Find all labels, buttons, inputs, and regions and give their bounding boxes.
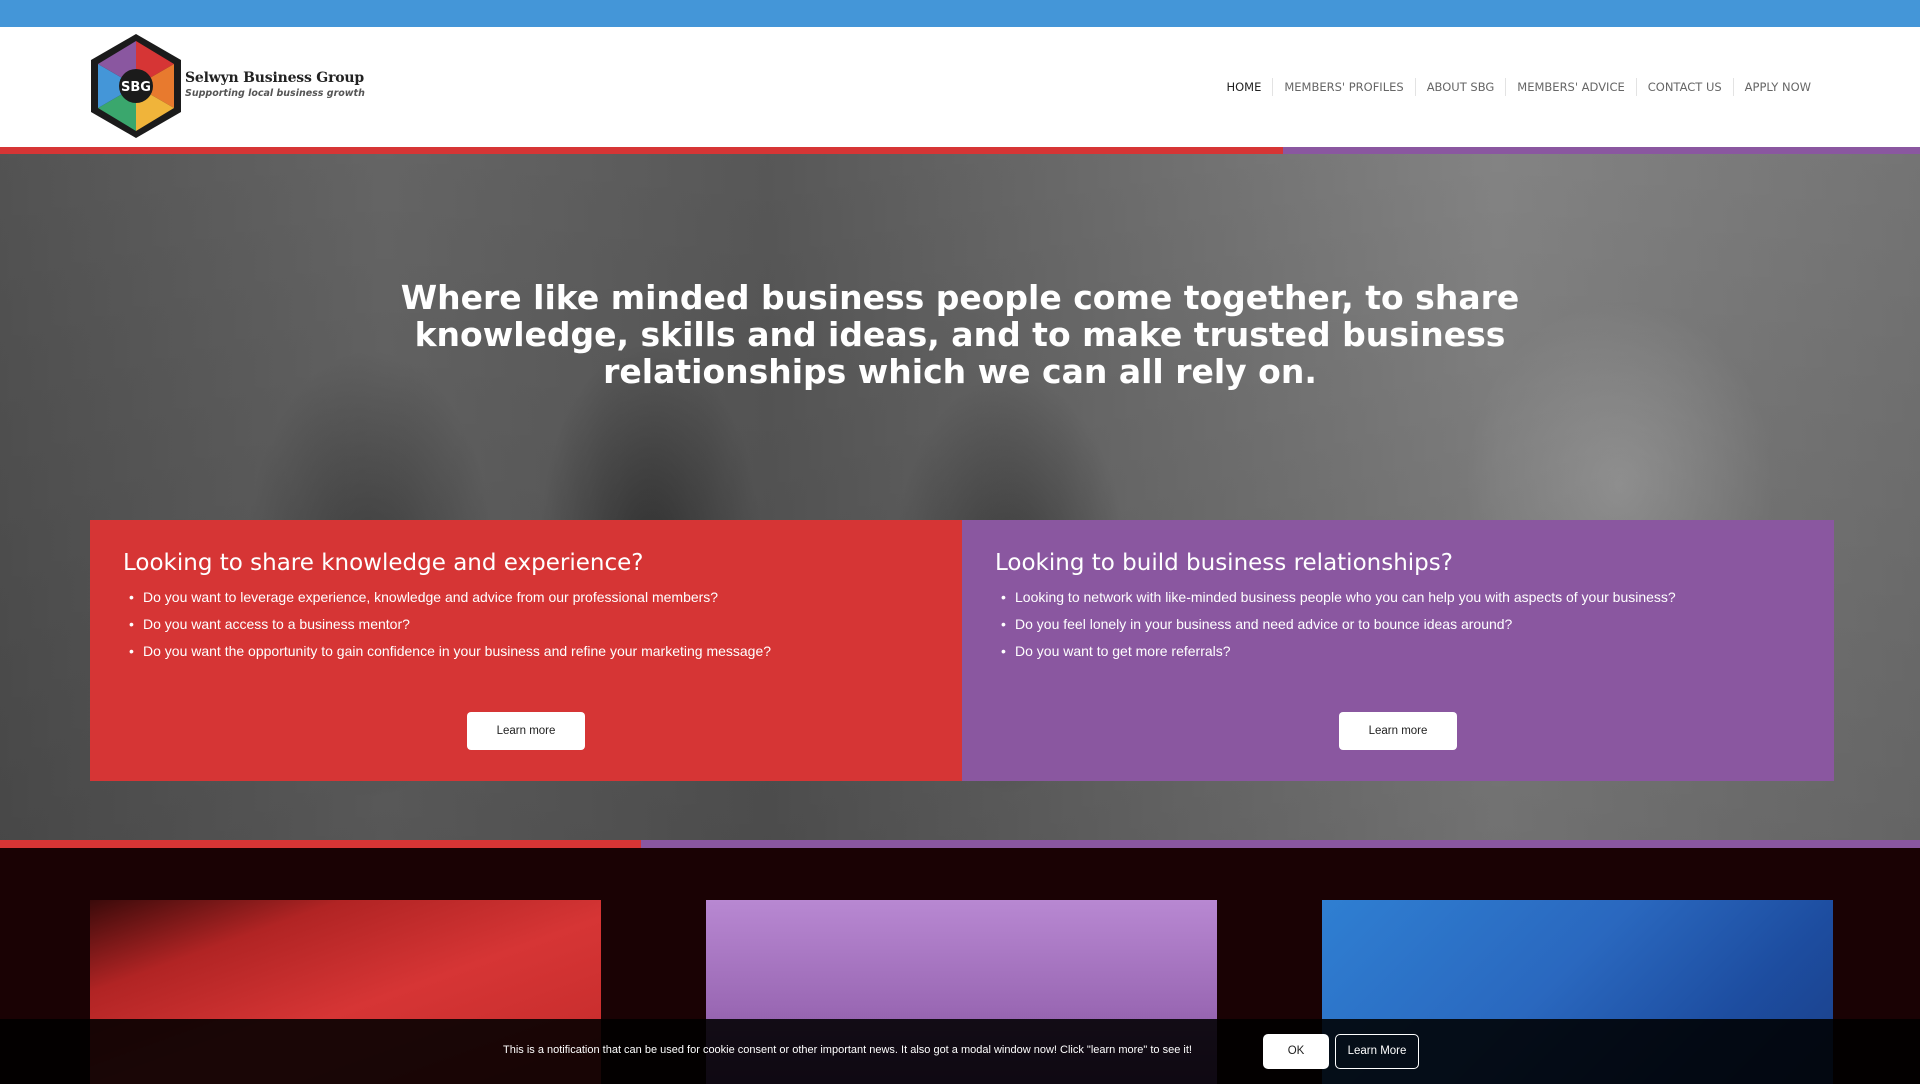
- brand-name: Selwyn Business Group: [185, 70, 364, 86]
- hero-headline: Where like minded business people come t…: [400, 278, 1520, 391]
- list-item: Do you want the opportunity to gain conf…: [123, 638, 929, 665]
- card-title: Looking to share knowledge and experienc…: [123, 550, 644, 576]
- nav-contact-us[interactable]: CONTACT US: [1635, 78, 1733, 96]
- stripe-red-segment: [0, 840, 641, 848]
- cookie-ok-button[interactable]: OK: [1263, 1034, 1329, 1069]
- knowledge-card: Looking to share knowledge and experienc…: [90, 520, 962, 781]
- stripe-purple-segment: [1283, 147, 1920, 154]
- learn-more-button[interactable]: Learn more: [467, 712, 585, 750]
- card-bullet-list: Do you want to leverage experience, know…: [123, 584, 929, 665]
- svg-text:SBG: SBG: [121, 80, 151, 95]
- card-title: Looking to build business relationships?: [995, 550, 1453, 576]
- list-item: Do you feel lonely in your business and …: [995, 611, 1801, 638]
- section-color-stripe: [0, 840, 1920, 848]
- nav-members-profiles[interactable]: MEMBERS' PROFILES: [1272, 78, 1414, 96]
- brand-tagline: Supporting local business growth: [185, 88, 365, 99]
- stripe-red-segment: [0, 147, 1283, 154]
- hexagon-logo-icon: SBG: [91, 34, 181, 138]
- top-accent-bar: [0, 0, 1920, 27]
- cookie-learn-more-button[interactable]: Learn More: [1335, 1034, 1419, 1069]
- list-item: Looking to network with like-minded busi…: [995, 584, 1801, 611]
- stripe-purple-segment: [641, 840, 1920, 848]
- nav-members-advice[interactable]: MEMBERS' ADVICE: [1505, 78, 1635, 96]
- list-item: Do you want access to a business mentor?: [123, 611, 929, 638]
- nav-apply-now[interactable]: APPLY NOW: [1732, 78, 1822, 96]
- card-bullet-list: Looking to network with like-minded busi…: [995, 584, 1801, 665]
- logo[interactable]: SBG: [88, 32, 184, 140]
- nav-home[interactable]: HOME: [1215, 78, 1272, 96]
- nav-about-sbg[interactable]: ABOUT SBG: [1414, 78, 1506, 96]
- cookie-message: This is a notification that can be used …: [503, 1044, 1192, 1056]
- main-nav: HOME MEMBERS' PROFILES ABOUT SBG MEMBERS…: [1215, 78, 1822, 96]
- hero-section: Where like minded business people come t…: [0, 154, 1920, 840]
- list-item: Do you want to leverage experience, know…: [123, 584, 929, 611]
- cookie-notice-bar: This is a notification that can be used …: [0, 1019, 1920, 1084]
- header-color-stripe: [0, 147, 1920, 154]
- learn-more-button[interactable]: Learn more: [1339, 712, 1457, 750]
- list-item: Do you want to get more referrals?: [995, 638, 1801, 665]
- relationships-card: Looking to build business relationships?…: [962, 520, 1834, 781]
- logo-text: Selwyn Business Group Supporting local b…: [185, 70, 365, 99]
